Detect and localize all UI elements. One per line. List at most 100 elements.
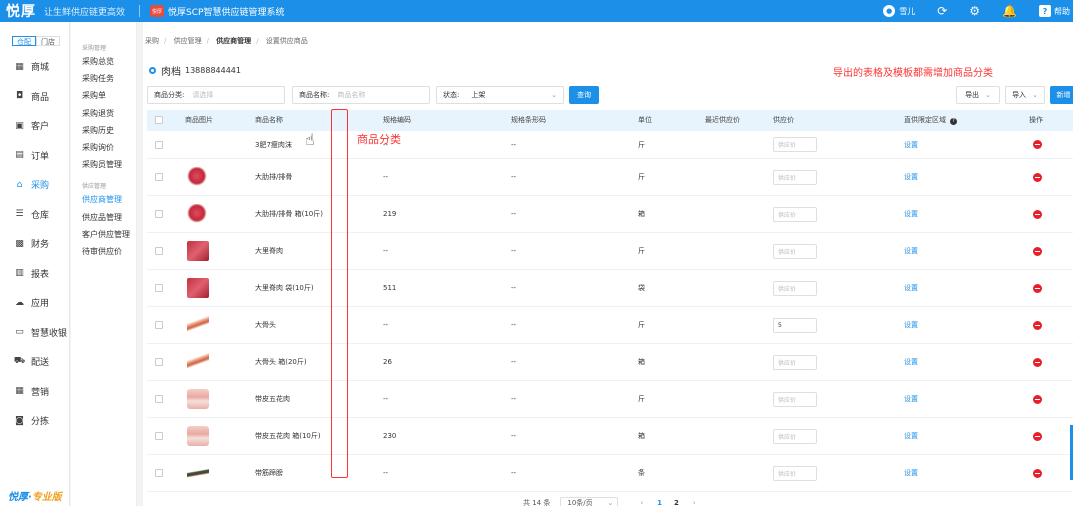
tab-warehouse[interactable]: 仓配 [12, 36, 36, 46]
table-row: 大肋排/排骨 -- -- 斤 供应价 设置 [147, 159, 1073, 196]
set-region-link[interactable]: 设置 [904, 431, 918, 441]
breadcrumb-supplier[interactable]: 供应商管理 [216, 37, 251, 45]
remove-icon[interactable] [1033, 172, 1042, 182]
page-size-select[interactable]: 10条/页 ⌄ [560, 496, 619, 506]
breadcrumb-purchase[interactable]: 采购 [145, 37, 159, 45]
name-search-input[interactable]: 商品名称: 商品名称 [292, 86, 430, 104]
row-checkbox[interactable] [155, 432, 163, 440]
user-menu[interactable]: ● 雪儿 [883, 5, 915, 17]
next-page-icon[interactable]: › [693, 499, 696, 506]
annotation-highlight-box [331, 109, 348, 478]
remove-icon[interactable] [1033, 246, 1042, 256]
submenu-item[interactable]: 采购历史 [71, 122, 136, 139]
user-name: 雪儿 [899, 6, 916, 16]
refresh-button[interactable]: ⟳ [937, 5, 947, 17]
set-region-link[interactable]: 设置 [904, 283, 918, 293]
main-content: 采购 / 供应管理 / 供应商管理 / 设置供应商品 肉档 13888844441 导… [143, 22, 1073, 506]
submenu-item[interactable]: 采购任务 [71, 70, 136, 87]
sidebar-item-0[interactable]: ▦ 商城 [0, 52, 69, 82]
remove-icon[interactable] [1033, 431, 1042, 441]
table-row: 3肥7瘦肉沫 -- -- 斤 供应价 设置 [147, 131, 1073, 159]
spec-code: 511 [383, 284, 397, 292]
set-region-link[interactable]: 设置 [904, 172, 918, 182]
row-checkbox[interactable] [155, 469, 163, 477]
prev-page-icon[interactable]: ‹ [640, 499, 643, 506]
status-select[interactable]: 状态: 上架 ⌄ [436, 86, 564, 104]
remove-icon[interactable] [1033, 209, 1042, 219]
page-2[interactable]: 2 [674, 499, 679, 506]
supply-price-input[interactable]: 供应价 [773, 169, 817, 185]
select-all-checkbox[interactable] [155, 116, 163, 124]
supply-price-input[interactable]: 供应价 [773, 243, 817, 259]
sidebar-item-11[interactable]: ▦ 营销 [0, 377, 69, 407]
set-region-link[interactable]: 设置 [904, 209, 918, 219]
set-region-link[interactable]: 设置 [904, 320, 918, 330]
product-image [187, 167, 209, 187]
supply-price-input[interactable]: 供应价 [773, 465, 817, 481]
row-checkbox[interactable] [155, 395, 163, 403]
page-1[interactable]: 1 [657, 499, 662, 506]
sidebar-item-10[interactable]: ⛟ 配送 [0, 347, 69, 377]
set-region-link[interactable]: 设置 [904, 394, 918, 404]
row-checkbox[interactable] [155, 284, 163, 292]
submenu-item[interactable]: 采购单 [71, 87, 136, 104]
set-region-link[interactable]: 设置 [904, 246, 918, 256]
sidebar-item-9[interactable]: ▭ 智慧收银 [0, 318, 69, 348]
product-image [187, 241, 209, 261]
remove-icon[interactable] [1033, 468, 1042, 478]
product-table: 商品图片 商品名称 规格编码 规格条形码 单位 最近供应价 供应价 直供限定区域… [147, 110, 1073, 492]
supply-price-input[interactable]: 供应价 [773, 280, 817, 296]
supply-price-input[interactable]: 供应价 [773, 391, 817, 407]
import-button[interactable]: 导入 ⌄ [1005, 86, 1045, 104]
sidebar-item-2[interactable]: ▣ 客户 [0, 111, 69, 141]
spec-code: -- [383, 469, 389, 477]
sidebar-item-4[interactable]: ⌂ 采购 [0, 170, 69, 200]
notifications-button[interactable]: 🔔 [1002, 5, 1017, 17]
sidebar-item-1[interactable]: ◘ 商品 [0, 82, 69, 112]
submenu-item[interactable]: 客户供应管理 [71, 226, 136, 243]
breadcrumb-supply[interactable]: 供应管理 [174, 37, 202, 45]
help-button[interactable]: ? 帮助 [1039, 5, 1070, 17]
submenu-item[interactable]: 采购总览 [71, 53, 136, 70]
remove-icon[interactable] [1033, 357, 1042, 367]
sidebar-item-5[interactable]: ☰ 仓库 [0, 200, 69, 230]
submenu-item[interactable]: 采购询价 [71, 139, 136, 156]
category-select[interactable]: 商品分类: 请选择 [147, 86, 285, 104]
supply-price-input[interactable]: 供应价 [773, 137, 817, 152]
chevron-down-icon: ⌄ [985, 91, 991, 99]
barcode: -- [511, 210, 517, 218]
sidebar-item-8[interactable]: ☁ 应用 [0, 288, 69, 318]
set-region-link[interactable]: 设置 [904, 140, 918, 150]
sidebar-item-3[interactable]: ▤ 订单 [0, 141, 69, 171]
row-checkbox[interactable] [155, 140, 163, 149]
remove-icon[interactable] [1033, 394, 1042, 404]
export-button[interactable]: 导出 ⌄ [956, 86, 1000, 104]
submenu-item[interactable]: 采购员管理 [71, 156, 136, 173]
new-button[interactable]: 新增 [1050, 86, 1073, 104]
supply-price-input[interactable]: 5 [773, 317, 817, 333]
set-region-link[interactable]: 设置 [904, 468, 918, 478]
sidebar-item-6[interactable]: ▩ 财务 [0, 229, 69, 259]
row-checkbox[interactable] [155, 321, 163, 329]
remove-icon[interactable] [1033, 320, 1042, 330]
supply-price-input[interactable]: 供应价 [773, 354, 817, 370]
supply-price-input[interactable]: 供应价 [773, 206, 817, 222]
submenu-item[interactable]: 供应商管理 [71, 191, 136, 208]
submenu-item[interactable]: 采购退货 [71, 105, 136, 122]
row-checkbox[interactable] [155, 247, 163, 255]
row-checkbox[interactable] [155, 358, 163, 366]
set-region-link[interactable]: 设置 [904, 357, 918, 367]
row-checkbox[interactable] [155, 210, 163, 218]
submenu-item[interactable]: 供应品管理 [71, 209, 136, 226]
settings-button[interactable]: ⚙ [969, 5, 980, 17]
tab-store[interactable]: 门店 [36, 36, 60, 46]
sidebar-item-12[interactable]: ◙ 分拣 [0, 406, 69, 436]
supply-price-input[interactable]: 供应价 [773, 428, 817, 444]
remove-icon[interactable] [1033, 140, 1042, 149]
row-checkbox[interactable] [155, 173, 163, 181]
remove-icon[interactable] [1033, 283, 1042, 293]
submenu-item[interactable]: 待审供应价 [71, 243, 136, 260]
spec-code: 26 [383, 358, 392, 366]
query-button[interactable]: 查询 [569, 86, 599, 104]
sidebar-item-7[interactable]: ▥ 报表 [0, 259, 69, 289]
